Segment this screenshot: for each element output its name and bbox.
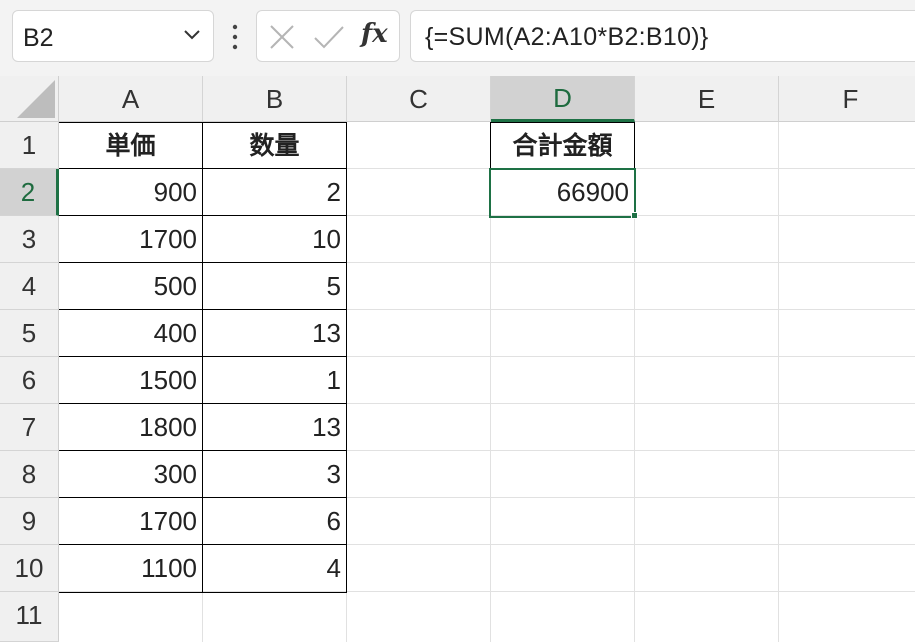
chevron-down-icon[interactable] (181, 23, 203, 45)
row-header-8[interactable]: 8 (0, 451, 59, 498)
table-border (59, 592, 347, 593)
column-header-b[interactable]: B (203, 76, 347, 122)
column-header-c[interactable]: C (347, 76, 491, 122)
cell-a8[interactable]: 300 (59, 451, 202, 498)
cell-a9[interactable]: 1700 (59, 498, 202, 545)
row-header-7[interactable]: 7 (0, 404, 59, 451)
cell-a1[interactable]: 単価 (59, 122, 202, 169)
row-header-6[interactable]: 6 (0, 357, 59, 404)
cell-b1[interactable]: 数量 (203, 122, 346, 169)
select-all-button[interactable] (0, 76, 59, 122)
spreadsheet-grid[interactable]: A B C D E F 1 2 3 4 5 6 7 8 9 10 11 単価 数… (0, 76, 915, 642)
cell-a6[interactable]: 1500 (59, 357, 202, 404)
cell-a10[interactable]: 1100 (59, 545, 202, 592)
cell-b3[interactable]: 10 (203, 216, 346, 263)
cancel-icon[interactable] (269, 24, 295, 50)
row-header-11[interactable]: 11 (0, 592, 59, 642)
table-border (346, 122, 347, 593)
gridline (778, 122, 779, 642)
active-cell-selection (489, 168, 636, 218)
fill-handle[interactable] (631, 212, 638, 219)
cell-b7[interactable]: 13 (203, 404, 346, 451)
column-header-e[interactable]: E (635, 76, 779, 122)
formula-text: {=SUM(A2:A10*B2:B10)} (425, 23, 709, 51)
cell-a3[interactable]: 1700 (59, 216, 202, 263)
cell-b6[interactable]: 1 (203, 357, 346, 404)
row-header-10[interactable]: 10 (0, 545, 59, 592)
name-box-value: B2 (23, 24, 54, 52)
row-header-4[interactable]: 4 (0, 263, 59, 310)
insert-function-icon[interactable]: fx (361, 19, 388, 49)
select-all-triangle-icon (17, 80, 55, 118)
name-box[interactable]: B2 (12, 10, 214, 62)
cell-b4[interactable]: 5 (203, 263, 346, 310)
cell-d1[interactable]: 合計金額 (491, 122, 634, 169)
formula-input[interactable]: {=SUM(A2:A10*B2:B10)} (410, 10, 915, 62)
cell-a5[interactable]: 400 (59, 310, 202, 357)
column-header-a[interactable]: A (59, 76, 203, 122)
row-header-5[interactable]: 5 (0, 310, 59, 357)
cell-a4[interactable]: 500 (59, 263, 202, 310)
cell-border (634, 122, 635, 169)
more-options-icon[interactable] (228, 22, 242, 52)
cell-b2[interactable]: 2 (203, 169, 346, 216)
cell-b9[interactable]: 6 (203, 498, 346, 545)
row-header-1[interactable]: 1 (0, 122, 59, 169)
row-header-2[interactable]: 2 (0, 169, 59, 216)
column-header-f[interactable]: F (779, 76, 915, 122)
formula-buttons: fx (256, 10, 400, 62)
enter-check-icon[interactable] (313, 24, 345, 50)
cell-a2[interactable]: 900 (59, 169, 202, 216)
formula-bar: B2 fx {=SUM(A2:A10*B2:B10)} (0, 0, 915, 76)
cell-b10[interactable]: 4 (203, 545, 346, 592)
row-header-3[interactable]: 3 (0, 216, 59, 263)
cell-b8[interactable]: 3 (203, 451, 346, 498)
row-header-9[interactable]: 9 (0, 498, 59, 545)
cell-b5[interactable]: 13 (203, 310, 346, 357)
cell-a7[interactable]: 1800 (59, 404, 202, 451)
column-header-d[interactable]: D (491, 76, 635, 122)
